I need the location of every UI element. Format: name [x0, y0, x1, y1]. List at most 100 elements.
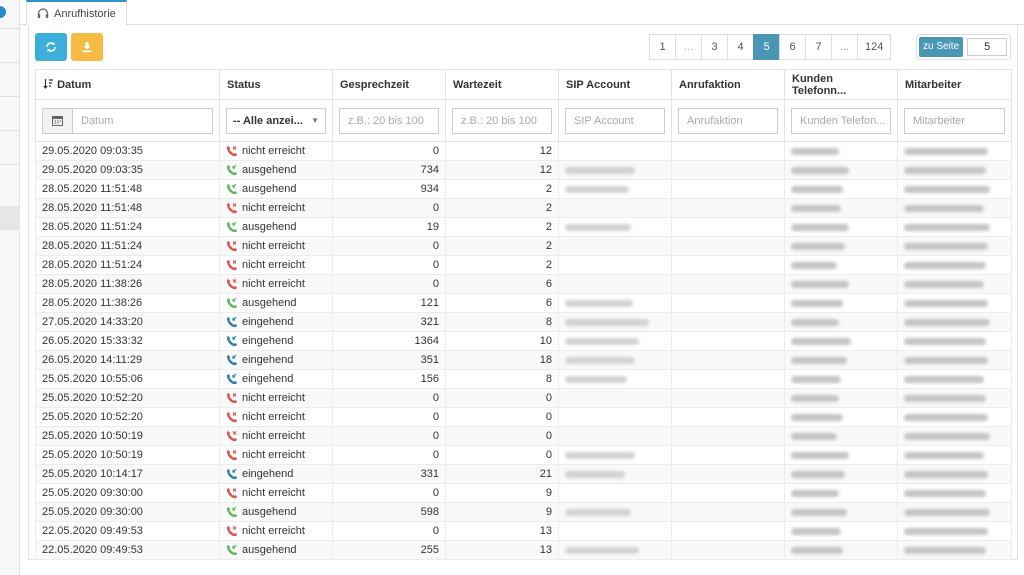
- refresh-button[interactable]: [35, 33, 67, 61]
- phone-icon: [226, 373, 238, 385]
- table-row[interactable]: 25.05.2020 09:30:00 ausgehend 598 9: [35, 502, 1012, 522]
- status-label: nicht erreicht: [242, 411, 305, 423]
- sip-account-filter-input[interactable]: SIP Account: [565, 107, 665, 134]
- table-row[interactable]: 28.05.2020 11:51:24 ausgehend 19 2: [35, 217, 1012, 237]
- cell-status: ausgehend: [219, 160, 333, 180]
- cell-wait-time: 0: [445, 388, 559, 408]
- table-body: 29.05.2020 09:03:35 nicht erreicht 0 12 29.0…: [35, 141, 1012, 560]
- table-row[interactable]: 25.05.2020 10:55:06 eingehend 156 8: [35, 369, 1012, 389]
- table-row[interactable]: 26.05.2020 14:11:29 eingehend 351 18: [35, 350, 1012, 370]
- redacted-text: [904, 204, 984, 212]
- cell-wait-time: 0: [445, 445, 559, 465]
- page-button-5[interactable]: 5: [753, 34, 780, 60]
- redacted-text: [791, 261, 837, 269]
- cell-status: eingehend: [219, 350, 333, 370]
- status-label: ausgehend: [242, 221, 297, 233]
- status-filter-select[interactable]: -- Alle anzei... ▼: [226, 107, 326, 134]
- rail-active-item[interactable]: [0, 206, 20, 230]
- redacted-text: [904, 223, 990, 231]
- cell-status: nicht erreicht: [219, 255, 333, 275]
- cell-wait-time: 12: [445, 160, 559, 180]
- cell-wait-time: 13: [445, 540, 559, 560]
- left-rail: [0, 0, 20, 575]
- column-header-status[interactable]: Status: [219, 69, 333, 100]
- table-row[interactable]: 25.05.2020 10:50:19 nicht erreicht 0 0: [35, 445, 1012, 465]
- cell-wait-time: 10: [445, 331, 559, 351]
- goto-page-input[interactable]: 5: [967, 38, 1008, 56]
- cell-employee: [897, 274, 1012, 294]
- cell-sip-account: [558, 236, 672, 256]
- download-button[interactable]: [71, 33, 103, 61]
- cell-sip-account: [558, 464, 672, 484]
- cell-date: 28.05.2020 11:38:26: [35, 274, 220, 294]
- table-row[interactable]: 25.05.2020 10:14:17 eingehend 331 21: [35, 464, 1012, 484]
- cell-sip-account: [558, 540, 672, 560]
- table-row[interactable]: 28.05.2020 11:38:26 ausgehend 121 6: [35, 293, 1012, 313]
- page-button-124[interactable]: 124: [857, 34, 892, 60]
- redacted-text: [791, 375, 841, 383]
- goto-page-button[interactable]: zu Seite: [919, 37, 964, 57]
- cell-date: 26.05.2020 15:33:32: [35, 331, 220, 351]
- cell-wait-time: 9: [445, 483, 559, 503]
- phone-icon: [226, 183, 238, 195]
- cell-status: ausgehend: [219, 540, 333, 560]
- table-row[interactable]: 25.05.2020 10:50:19 nicht erreicht 0 0: [35, 426, 1012, 446]
- column-header-mitarbeiter[interactable]: Mitarbeiter: [897, 69, 1012, 100]
- table-row[interactable]: 28.05.2020 11:51:48 nicht erreicht 0 2: [35, 198, 1012, 218]
- table-row[interactable]: 25.05.2020 09:30:00 nicht erreicht 0 9: [35, 483, 1012, 503]
- cell-customer-phone: [784, 445, 898, 465]
- call-history-table: Datum Status Gesprechzeit Wartezeit SIP …: [35, 69, 1012, 560]
- redacted-text: [904, 489, 986, 497]
- redacted-text: [904, 432, 990, 440]
- phone-icon: [226, 164, 238, 176]
- table-row[interactable]: 25.05.2020 10:52:20 nicht erreicht 0 0: [35, 407, 1012, 427]
- redacted-text: [904, 185, 990, 193]
- column-header-anrufaktion[interactable]: Anrufaktion: [671, 69, 785, 100]
- sip-filter-cell: SIP Account: [558, 99, 672, 142]
- table-row[interactable]: 28.05.2020 11:51:24 nicht erreicht 0 2: [35, 255, 1012, 275]
- cell-customer-phone: [784, 407, 898, 427]
- page-button-1[interactable]: 1: [649, 34, 676, 60]
- table-row[interactable]: 28.05.2020 11:51:48 ausgehend 934 2: [35, 179, 1012, 199]
- redacted-text: [791, 470, 845, 478]
- wait-time-filter-input[interactable]: z.B.: 20 bis 100: [452, 107, 552, 134]
- table-row[interactable]: 27.05.2020 14:33:20 eingehend 321 8: [35, 312, 1012, 332]
- page-button-7[interactable]: 7: [805, 34, 832, 60]
- talk-time-filter-input[interactable]: z.B.: 20 bis 100: [339, 107, 439, 134]
- redacted-text: [791, 280, 849, 288]
- cell-wait-time: 8: [445, 312, 559, 332]
- cell-wait-time: 2: [445, 198, 559, 218]
- table-row[interactable]: 28.05.2020 11:51:24 nicht erreicht 0 2: [35, 236, 1012, 256]
- status-filter-value: -- Alle anzei...: [233, 114, 303, 127]
- table-row[interactable]: 22.05.2020 09:49:53 ausgehend 255 13: [35, 540, 1012, 560]
- column-header-wartezeit[interactable]: Wartezeit: [445, 69, 559, 100]
- redacted-text: [565, 546, 639, 554]
- status-label: eingehend: [242, 316, 294, 328]
- tab-anrufhistorie[interactable]: Anrufhistorie: [26, 0, 127, 26]
- table-row[interactable]: 22.05.2020 09:49:53 nicht erreicht 0 13: [35, 521, 1012, 541]
- cell-wait-time: 0: [445, 426, 559, 446]
- table-row[interactable]: 25.05.2020 10:52:20 nicht erreicht 0 0: [35, 388, 1012, 408]
- employee-filter-input[interactable]: Mitarbeiter: [904, 107, 1005, 134]
- table-row[interactable]: 29.05.2020 09:03:35 nicht erreicht 0 12: [35, 141, 1012, 161]
- phone-icon: [226, 146, 238, 157]
- customer-phone-filter-input[interactable]: Kunden Telefon...: [791, 107, 891, 134]
- page-button-3[interactable]: 3: [701, 34, 728, 60]
- date-filter-input[interactable]: Datum: [72, 107, 213, 134]
- column-header-sip-account[interactable]: SIP Account: [558, 69, 672, 100]
- column-header-kunden-telefon[interactable]: Kunden Telefonn...: [784, 69, 898, 100]
- table-row[interactable]: 26.05.2020 15:33:32 eingehend 1364 10: [35, 331, 1012, 351]
- page-button-6[interactable]: 6: [779, 34, 806, 60]
- cell-status: nicht erreicht: [219, 274, 333, 294]
- column-header-datum[interactable]: Datum: [35, 69, 220, 100]
- cell-date: 25.05.2020 10:52:20: [35, 388, 220, 408]
- calendar-icon[interactable]: [42, 107, 72, 134]
- cell-sip-account: [558, 179, 672, 199]
- table-row[interactable]: 28.05.2020 11:38:26 nicht erreicht 0 6: [35, 274, 1012, 294]
- page-button-4[interactable]: 4: [727, 34, 754, 60]
- expand-icon[interactable]: [0, 6, 6, 18]
- column-header-gesprechzeit[interactable]: Gesprechzeit: [332, 69, 446, 100]
- table-row[interactable]: 29.05.2020 09:03:35 ausgehend 734 12: [35, 160, 1012, 180]
- redacted-text: [904, 147, 988, 155]
- call-action-filter-input[interactable]: Anrufaktion: [678, 107, 778, 134]
